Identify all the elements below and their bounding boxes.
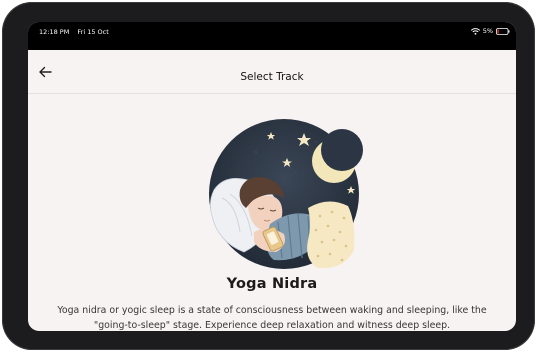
battery-percentage: 5% <box>482 27 493 35</box>
track-title: Yoga Nidra <box>226 276 318 292</box>
app-screen: 12:18 PM Fri 15 Oct 5% Select Track Yoga… <box>28 22 516 331</box>
status-bar: 12:18 PM Fri 15 Oct 5% <box>28 22 516 50</box>
page-title: Select Track <box>240 71 304 83</box>
status-time-date: 12:18 PM Fri 15 Oct <box>39 28 109 36</box>
status-indicators: 5% <box>470 27 510 35</box>
status-time: 12:18 PM <box>39 28 70 36</box>
wifi-icon <box>470 27 480 35</box>
status-date: Fri 15 Oct <box>77 28 109 36</box>
tablet-frame: 12:18 PM Fri 15 Oct 5% Select Track Yoga… <box>2 2 535 350</box>
battery-icon <box>496 27 510 35</box>
app-header: Select Track <box>28 50 516 94</box>
sleeping-person-illustration <box>196 112 372 272</box>
track-description: Yoga nidra or yogic sleep is a state of … <box>57 305 487 331</box>
